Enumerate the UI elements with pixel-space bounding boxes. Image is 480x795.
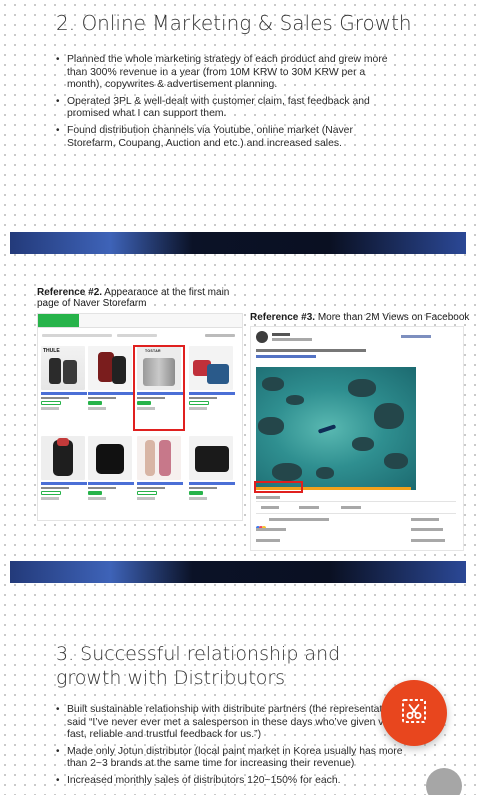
product-image (88, 436, 132, 480)
section-title-marketing: 2. Online Marketing & Sales Growth (56, 11, 412, 35)
slide-divider-banner (10, 561, 466, 583)
product-image (41, 436, 85, 480)
screen-capture-icon (399, 696, 429, 731)
naver-sub-bar (38, 329, 242, 341)
nav-tab (203, 314, 242, 327)
post-photo (256, 367, 416, 490)
product-image (189, 346, 233, 390)
distributors-bullet-list: Built sustainable relationship with dist… (56, 704, 416, 792)
reference-3-label: Reference #3. (250, 312, 316, 323)
views-highlight-box (254, 481, 303, 493)
product-card (189, 346, 235, 410)
nav-tab (162, 314, 203, 327)
bullet-item: Operated 3PL & well-dealt with customer … (56, 96, 401, 121)
section-title-distributors: 3. Successful relationship and growth wi… (56, 643, 341, 689)
screen-capture-button[interactable] (381, 680, 447, 746)
highlight-box (133, 345, 185, 431)
product-image (189, 436, 233, 480)
reference-3-caption: Reference #3. More than 2M Views on Face… (250, 312, 470, 323)
naver-storefarm-screenshot: THULE TOSTAR (37, 313, 243, 521)
bullet-item: Increased monthly sales of distributors … (56, 775, 416, 788)
slide-divider-banner (10, 232, 466, 254)
product-card: THULE (41, 346, 87, 410)
reactions (256, 517, 266, 530)
product-image (88, 346, 132, 390)
product-card (88, 436, 134, 500)
nav-tab (79, 314, 120, 327)
avatar (256, 331, 268, 343)
product-image (137, 436, 181, 480)
thule-brand-text: THULE (43, 348, 60, 354)
floating-menu-button[interactable] (426, 768, 462, 795)
bullet-item: Made only Jotun distributor (local paint… (56, 746, 416, 771)
reference-2-caption: Reference #2. Appearance at the first ma… (37, 287, 252, 309)
product-card (189, 436, 235, 500)
nav-tab (120, 314, 161, 327)
product-card (137, 436, 183, 500)
marketing-bullet-list: Planned the whole marketing strategy of … (56, 54, 401, 154)
reference-3-text: More than 2M Views on Facebook (317, 312, 470, 323)
bullet-item: Built sustainable relationship with dist… (56, 704, 416, 742)
nav-tab (38, 314, 80, 327)
bullet-item: Planned the whole marketing strategy of … (56, 54, 401, 92)
swimmer (317, 424, 337, 434)
product-card (88, 346, 134, 410)
naver-nav-bar (38, 314, 242, 328)
facebook-post-screenshot (250, 326, 464, 551)
bullet-item: Found distribution channels via Youtube,… (56, 125, 401, 150)
product-card (41, 436, 87, 500)
reference-2-label: Reference #2. (37, 287, 103, 298)
product-image: THULE (41, 346, 85, 390)
